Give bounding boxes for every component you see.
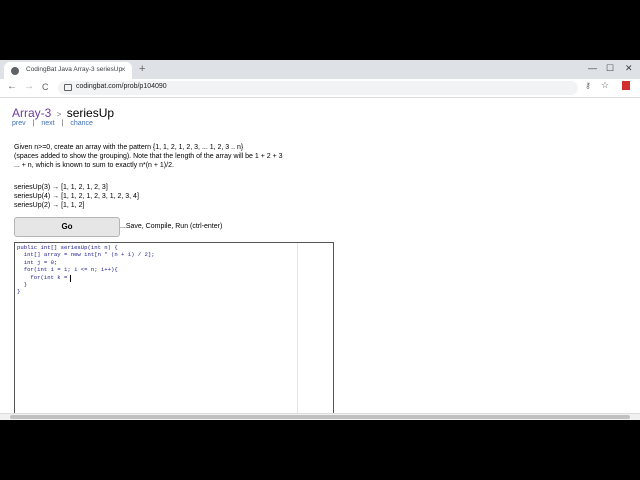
- breadcrumb-separator: >: [56, 110, 62, 119]
- tab-codingbat[interactable]: CodingBat Java Array-3 seriesUp ×: [4, 62, 132, 79]
- pdf-extension-icon[interactable]: [622, 81, 630, 90]
- breadcrumb-section[interactable]: Array-3: [12, 106, 51, 120]
- description-line: Given n>=0, create an array with the pat…: [14, 144, 244, 151]
- forward-icon[interactable]: →: [24, 81, 34, 93]
- example-line: seriesUp(4) → [1, 1, 2, 1, 2, 3, 1, 2, 3…: [14, 193, 139, 200]
- close-window-icon[interactable]: ✕: [625, 63, 633, 74]
- example-line: seriesUp(3) → [1, 1, 2, 1, 2, 3]: [14, 184, 108, 191]
- address-bar[interactable]: codingbat.com/prob/p104090: [58, 81, 578, 95]
- reload-icon[interactable]: C: [42, 81, 49, 93]
- horizontal-scrollbar[interactable]: [0, 413, 640, 420]
- tab-title: CodingBat Java Array-3 seriesUp: [26, 66, 123, 73]
- code-line: for(int k =: [17, 273, 71, 281]
- code-line: int[] array = new int[n * (n + 1) / 2];: [17, 251, 155, 259]
- problem-description: Given n>=0, create an array with the pat…: [14, 143, 334, 170]
- code-line: public int[] seriesUp(int n) {: [17, 244, 118, 251]
- scrollbar-thumb[interactable]: [10, 415, 630, 419]
- star-icon[interactable]: ☆: [601, 80, 609, 91]
- browser-toolbar: ← → C codingbat.com/prob/p104090: [0, 79, 640, 98]
- code-line: for(int i = 1; i <= n; i++){: [17, 266, 118, 274]
- minimize-icon[interactable]: —: [588, 63, 597, 73]
- code-line: int j = 0;: [17, 258, 58, 266]
- go-button[interactable]: Go: [14, 217, 120, 237]
- url-text: codingbat.com/prob/p104090: [76, 83, 167, 90]
- text-cursor: [70, 275, 71, 282]
- next-link[interactable]: next: [41, 120, 54, 127]
- code-line: }: [17, 281, 28, 289]
- browser-window: CodingBat Java Array-3 seriesUp × + — ☐ …: [0, 60, 640, 420]
- editor-margin-line: [297, 243, 298, 419]
- nav-divider: |: [32, 120, 35, 127]
- problem-name: seriesUp: [66, 106, 115, 120]
- code-editor[interactable]: public int[] seriesUp(int n) { int[] arr…: [14, 242, 334, 420]
- page-title: Array-3 > seriesUp: [12, 106, 114, 120]
- lock-icon: [64, 84, 72, 91]
- examples: seriesUp(3) → [1, 1, 2, 1, 2, 3] seriesU…: [14, 183, 139, 210]
- tab-close-icon[interactable]: ×: [121, 65, 126, 74]
- problem-nav: prev | next | chance: [12, 120, 93, 127]
- new-tab-button[interactable]: +: [139, 63, 145, 75]
- description-line: ... + n, which is known to sum to exactl…: [14, 162, 174, 169]
- example-line: seriesUp(2) → [1, 1, 2]: [14, 202, 85, 209]
- chance-link[interactable]: chance: [70, 120, 93, 127]
- globe-icon: [11, 67, 19, 75]
- tab-strip: CodingBat Java Array-3 seriesUp × + — ☐ …: [0, 60, 640, 79]
- prev-link[interactable]: prev: [12, 120, 26, 127]
- code-line: }: [17, 288, 21, 296]
- description-line: (spaces added to show the grouping). Not…: [14, 153, 283, 160]
- go-hint: ...Save, Compile, Run (ctrl-enter): [120, 223, 223, 230]
- nav-divider: |: [61, 120, 64, 127]
- code-text[interactable]: public int[] seriesUp(int n) { int[] arr…: [17, 244, 155, 296]
- key-icon[interactable]: ⚷: [585, 81, 591, 90]
- maximize-icon[interactable]: ☐: [606, 63, 614, 74]
- back-icon[interactable]: ←: [7, 81, 17, 93]
